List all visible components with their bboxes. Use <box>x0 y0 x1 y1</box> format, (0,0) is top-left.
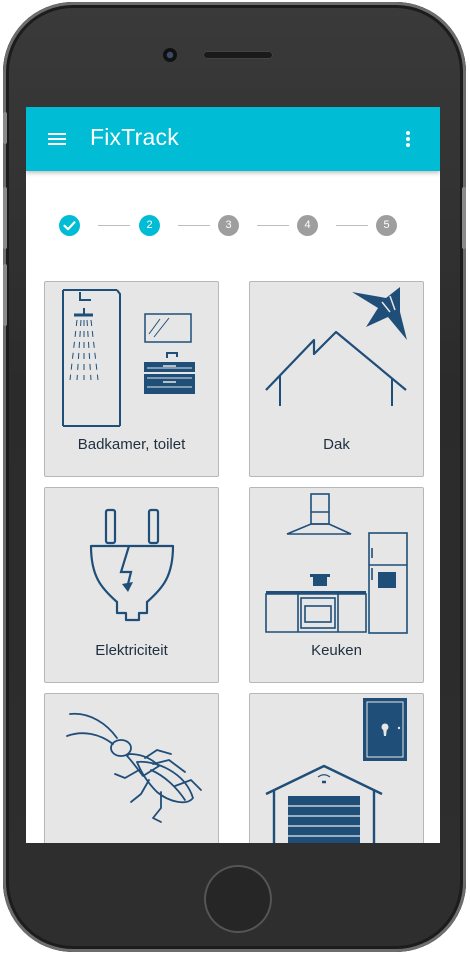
step-2[interactable]: 2 <box>139 215 160 236</box>
roof-icon <box>265 287 407 406</box>
progress-stepper: 2 3 4 5 <box>26 209 440 239</box>
step-1-check-icon[interactable] <box>59 215 80 236</box>
category-label: Badkamer, toilet <box>77 436 186 453</box>
step-4[interactable]: 4 <box>297 215 318 236</box>
electric-plug-icon <box>89 508 175 622</box>
category-label: Dak <box>323 436 350 453</box>
garage-door-icon <box>265 698 407 843</box>
cockroach-icon <box>66 712 202 823</box>
app-screen: FixTrack 2 3 4 5 Badkamer, toilet Dak El… <box>26 107 440 843</box>
volume-up-button <box>3 187 7 249</box>
category-tile-electricity[interactable]: Elektriciteit <box>44 487 219 683</box>
category-tile-doors[interactable] <box>249 693 424 843</box>
app-bar: FixTrack <box>26 107 440 171</box>
home-button[interactable] <box>204 865 272 933</box>
category-tile-kitchen[interactable]: Keuken <box>249 487 424 683</box>
category-tile-bathroom[interactable]: Badkamer, toilet <box>44 281 219 477</box>
step-connector <box>98 225 130 226</box>
front-camera <box>163 48 177 62</box>
step-connector <box>336 225 368 226</box>
step-connector <box>178 225 210 226</box>
hamburger-menu-icon[interactable] <box>44 127 72 151</box>
category-label: Elektriciteit <box>95 642 168 659</box>
app-title: FixTrack <box>90 124 179 150</box>
bathroom-icon <box>62 289 195 427</box>
power-button <box>462 187 466 249</box>
earpiece-speaker <box>203 51 273 59</box>
step-5[interactable]: 5 <box>376 215 397 236</box>
more-options-icon[interactable] <box>398 127 418 151</box>
volume-down-button <box>3 264 7 326</box>
category-tile-pests[interactable] <box>44 693 219 843</box>
mute-switch <box>3 112 7 144</box>
step-3[interactable]: 3 <box>218 215 239 236</box>
category-label: Keuken <box>311 642 362 659</box>
category-tile-roof[interactable]: Dak <box>249 281 424 477</box>
kitchen-icon <box>265 493 408 634</box>
step-connector <box>257 225 289 226</box>
